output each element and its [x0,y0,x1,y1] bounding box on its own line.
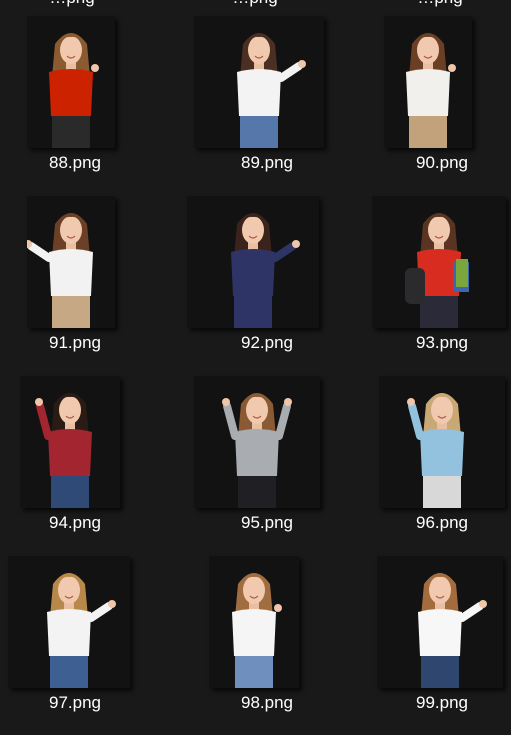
woman-photo-icon [384,16,472,148]
thumbnail-image[interactable] [384,16,472,148]
file-name[interactable]: 96.png [367,512,511,534]
file-browser-viewport: …png …png …png 88.png 89.png 90.png [0,0,511,735]
file-item-88[interactable]: 88.png [0,0,170,180]
file-name[interactable]: 94.png [0,512,150,534]
woman-photo-icon [194,16,324,148]
woman-photo-icon [377,556,503,688]
file-item-98[interactable]: 98.png [182,540,352,720]
woman-photo-icon [194,376,320,508]
file-item-99[interactable]: 99.png [367,540,511,720]
file-name[interactable]: 93.png [367,332,511,354]
woman-photo-icon [372,196,506,328]
file-name[interactable]: 97.png [0,692,150,714]
thumbnail-image[interactable] [194,376,320,508]
woman-photo-icon [20,376,120,508]
file-item-97[interactable]: 97.png [0,540,170,720]
thumbnail-image[interactable] [27,196,115,328]
file-name[interactable]: 98.png [192,692,342,714]
file-name[interactable]: 88.png [0,152,150,174]
thumbnail-image[interactable] [372,196,506,328]
woman-photo-icon [209,556,299,688]
woman-photo-icon [187,196,319,328]
thumbnail-image[interactable] [379,376,505,508]
thumbnail-image[interactable] [194,16,324,148]
file-item-96[interactable]: 96.png [367,360,511,540]
thumbnail-image[interactable] [377,556,503,688]
file-name[interactable]: 90.png [367,152,511,174]
thumbnail-image[interactable] [209,556,299,688]
thumbnail-image[interactable] [8,556,130,688]
thumbnail-image[interactable] [27,16,115,148]
file-item-94[interactable]: 94.png [0,360,170,540]
woman-photo-icon [27,196,115,328]
file-name[interactable]: 99.png [367,692,511,714]
file-item-95[interactable]: 95.png [182,360,352,540]
file-item-89[interactable]: 89.png [182,0,352,180]
file-item-90[interactable]: 90.png [367,0,511,180]
woman-photo-icon [379,376,505,508]
file-item-91[interactable]: 91.png [0,180,170,360]
woman-photo-icon [8,556,130,688]
thumbnail-image[interactable] [20,376,120,508]
woman-photo-icon [27,16,115,148]
file-name[interactable]: 91.png [0,332,150,354]
file-name[interactable]: 95.png [192,512,342,534]
file-name[interactable]: 89.png [192,152,342,174]
file-name[interactable]: 92.png [192,332,342,354]
file-item-93[interactable]: 93.png [367,180,511,360]
thumbnail-image[interactable] [187,196,319,328]
file-item-92[interactable]: 92.png [182,180,352,360]
